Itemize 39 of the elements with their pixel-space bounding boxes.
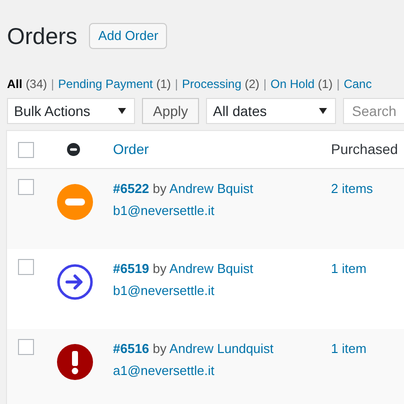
bulk-actions-select[interactable]: Bulk Actions <box>7 98 135 124</box>
column-header: Purchased <box>331 141 398 157</box>
order-number[interactable]: #6516 <box>113 341 150 356</box>
order-number[interactable]: #6519 <box>113 261 150 276</box>
apply-button[interactable]: Apply <box>142 98 200 124</box>
customer-name[interactable]: Andrew Bquist <box>169 181 254 196</box>
separator: | <box>262 76 268 93</box>
purchased-link[interactable]: 1 item <box>331 338 366 360</box>
customer-email: b1@neversettle.it <box>113 202 216 220</box>
column-header[interactable]: Order <box>113 141 149 157</box>
purchased-link[interactable]: 2 items <box>331 178 373 200</box>
checkbox[interactable] <box>18 259 34 275</box>
by-label: by <box>152 181 168 196</box>
caret-icon <box>319 108 328 114</box>
customer-name[interactable]: Andrew Bquist <box>169 261 254 276</box>
checkbox[interactable] <box>18 339 34 355</box>
filter-link[interactable]: On Hold (1) <box>270 75 333 93</box>
checkbox[interactable] <box>18 179 34 195</box>
status-icon <box>67 143 80 156</box>
add-order-button[interactable]: Add Order <box>89 23 168 49</box>
separator: | <box>336 76 341 93</box>
customer-email: a1@neversettle.it <box>113 362 216 380</box>
purchased-link[interactable]: 1 item <box>331 258 366 280</box>
separator: | <box>50 76 56 93</box>
filter-link[interactable]: Canc <box>344 75 372 93</box>
filter-link[interactable]: All (34) <box>7 75 48 93</box>
page-title: Orders <box>7 22 78 50</box>
filter-link[interactable]: Processing (2) <box>182 75 260 93</box>
date-filter-select[interactable]: All dates <box>206 98 336 124</box>
search-field[interactable]: Search <box>343 98 404 124</box>
filter-link[interactable]: Pending Payment (1) <box>58 75 171 93</box>
caret-icon <box>118 108 126 114</box>
customer-email: b1@neversettle.it <box>113 282 216 300</box>
order-number[interactable]: #6522 <box>113 181 150 196</box>
by-label: by <box>152 261 168 276</box>
checkbox[interactable] <box>18 142 34 158</box>
customer-name[interactable]: Andrew Lundquist <box>169 341 274 356</box>
by-label: by <box>152 341 168 356</box>
separator: | <box>174 76 180 93</box>
